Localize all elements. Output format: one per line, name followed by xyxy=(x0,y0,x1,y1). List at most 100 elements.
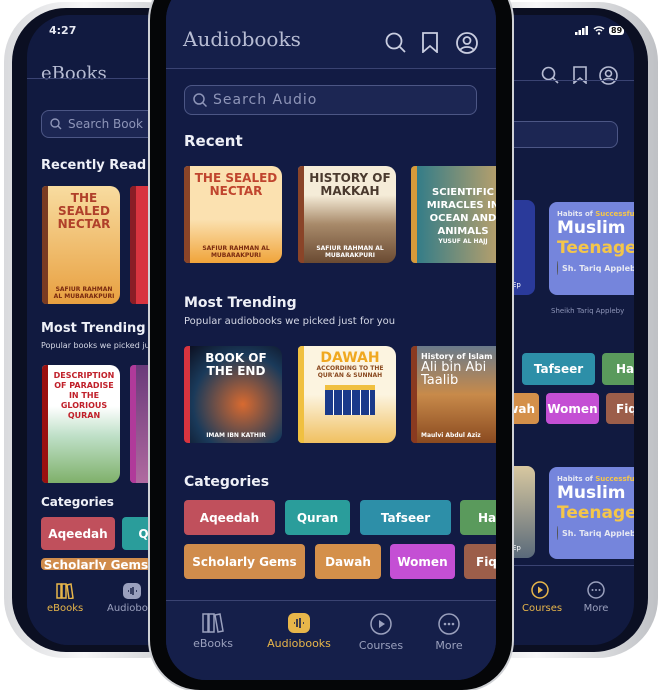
course-thumbnail[interactable]: Ep xyxy=(510,200,535,295)
course-card[interactable]: Habits of Successful Muslim Teenagers Sh… xyxy=(549,202,634,295)
more-icon xyxy=(587,581,605,599)
book-cover[interactable]: SCIENTIFIC MIRACLES IN OCEAN AND ANIMALS… xyxy=(411,166,496,263)
play-circle-icon xyxy=(531,581,549,599)
episode-label: Ep xyxy=(512,544,521,552)
category-chip[interactable]: Aqeedah xyxy=(184,500,275,535)
avatar xyxy=(557,526,558,540)
course-author: Sh. Tariq Appleby xyxy=(561,528,634,538)
wifi-icon xyxy=(593,26,605,35)
section-subtitle: Popular audiobooks we picked just for yo… xyxy=(184,316,396,327)
book-title: DAWAH xyxy=(320,350,380,366)
book-title: DESCRIPTION OF PARADISE IN THE GLORIOUS … xyxy=(53,371,115,420)
course-title: Muslim xyxy=(557,483,626,503)
course-title-accent: Teenagers xyxy=(557,503,634,523)
nav-courses[interactable]: Courses xyxy=(522,581,562,614)
status-bar: 89 xyxy=(575,26,625,35)
section-title: Most Trending xyxy=(41,321,146,336)
category-chip[interactable]: Women xyxy=(546,393,599,424)
audio-icon xyxy=(288,613,310,633)
course-author-caption: Sheikh Tariq Appleby xyxy=(551,307,625,315)
profile-icon[interactable] xyxy=(599,66,618,85)
books-icon xyxy=(202,613,224,633)
book-author: YUSUF AL HAJJ xyxy=(438,238,488,245)
book-title: THE SEALED NECTAR xyxy=(194,171,278,198)
book-author: IMAM IBN KATHIR xyxy=(206,432,266,439)
book-cover[interactable]: DESCRIPTION OF PARADISE IN THE GLORIOUS … xyxy=(42,365,120,483)
nav-label: Courses xyxy=(358,639,404,652)
audio-icon xyxy=(123,583,141,599)
course-overline-accent: Successful xyxy=(595,210,634,218)
profile-icon[interactable] xyxy=(456,32,478,54)
center-phone-screen: Audiobooks Search Audio Recent THE SEALE… xyxy=(166,0,496,680)
course-overline-accent: Successful xyxy=(595,475,634,483)
book-title: SCIENTIFIC MIRACLES IN OCEAN AND ANIMALS xyxy=(426,187,496,237)
nav-label: Courses xyxy=(522,603,563,614)
section-title: Most Trending xyxy=(184,295,297,311)
book-cover[interactable]: THE SEALED NECTAR SAFIUR RAHMAN AL MUBAR… xyxy=(184,166,282,263)
bookmark-icon[interactable] xyxy=(422,32,438,53)
category-chip[interactable]: Hadith xyxy=(602,353,634,385)
book-cover[interactable]: HISTORY OF MAKKAH SAFIUR RAHMAN AL MUBAR… xyxy=(298,166,396,263)
course-thumbnail[interactable]: Ep xyxy=(510,466,535,558)
signal-icon xyxy=(575,26,588,35)
divider xyxy=(166,68,496,69)
nav-audiobooks[interactable]: Audiobooks xyxy=(264,613,334,650)
category-chip[interactable]: Tafseer xyxy=(522,353,595,385)
bookmark-icon[interactable] xyxy=(573,66,587,84)
play-circle-icon xyxy=(370,613,392,635)
book-subtitle: ACCORDING TO THE QUR'AN & SUNNAH xyxy=(316,365,384,379)
more-icon xyxy=(438,613,460,635)
search-icon[interactable] xyxy=(385,32,406,53)
section-title: Recent xyxy=(184,132,243,150)
course-title: Muslim xyxy=(557,218,626,238)
book-title: HISTORY OF MAKKAH xyxy=(309,171,391,198)
category-chip[interactable]: Aqeedah xyxy=(41,517,115,550)
nav-ebooks[interactable]: eBooks xyxy=(188,613,238,650)
book-author: SAFIUR RAHMAN AL MUBARAKPURI xyxy=(316,245,384,259)
book-title: BOOK OF THE END xyxy=(205,351,267,378)
book-author: Maulvi Abdul Aziz xyxy=(421,432,481,439)
book-title: THE SEALED NECTAR xyxy=(57,191,111,231)
course-card[interactable]: Habits of Successful Muslim Teenagers Sh… xyxy=(549,467,634,559)
category-chip[interactable]: Dawah xyxy=(315,544,381,579)
book-author: SAFIUR RAHMAN AL MUBARAKPURI xyxy=(53,286,115,300)
category-chip[interactable]: Women xyxy=(390,544,455,579)
book-cover[interactable]: THE SEALED NECTAR SAFIUR RAHMAN AL MUBAR… xyxy=(42,186,120,304)
kaaba-illustration xyxy=(325,385,375,415)
search-icon xyxy=(50,118,62,130)
battery-indicator: 89 xyxy=(609,26,625,35)
section-title: Categories xyxy=(184,474,270,490)
course-author: Sh. Tariq Appleby xyxy=(561,263,634,273)
search-icon[interactable] xyxy=(541,66,559,84)
nav-more[interactable]: More xyxy=(578,581,614,614)
category-chip[interactable]: Scholarly Gems xyxy=(184,544,305,579)
category-chip[interactable]: Hadith xyxy=(460,500,496,535)
page-title: Audiobooks xyxy=(183,27,301,51)
category-chip[interactable]: Tafseer xyxy=(360,500,451,535)
category-chip[interactable]: Scholarly Gems xyxy=(41,558,151,570)
status-time: 4:27 xyxy=(49,24,77,37)
nav-label: More xyxy=(435,639,463,652)
category-chip[interactable]: Quran xyxy=(285,500,350,535)
nav-ebooks[interactable]: eBooks xyxy=(47,583,83,614)
nav-label: eBooks xyxy=(193,637,233,650)
avatar xyxy=(557,261,558,275)
nav-label: eBooks xyxy=(47,603,84,614)
category-chip[interactable]: Fiqh xyxy=(464,544,496,579)
nav-more[interactable]: More xyxy=(424,613,474,652)
course-title-accent: Teenagers xyxy=(557,238,634,258)
category-chip[interactable]: Fiqh xyxy=(606,393,634,424)
course-overline: Habits of xyxy=(557,475,596,483)
book-title: Ali bin Abi Taalib xyxy=(421,360,487,388)
section-title: Categories xyxy=(41,495,114,509)
nav-courses[interactable]: Courses xyxy=(356,613,406,652)
search-input[interactable]: Search Audio xyxy=(184,85,477,115)
book-cover[interactable]: History of Islam Ali bin Abi Taalib Maul… xyxy=(411,346,496,443)
books-icon xyxy=(56,583,74,599)
book-author: SAFIUR RAHMAN AL MUBARAKPURI xyxy=(202,245,270,259)
book-cover[interactable]: DAWAH ACCORDING TO THE QUR'AN & SUNNAH xyxy=(298,346,396,443)
book-cover[interactable]: BOOK OF THE END IMAM IBN KATHIR xyxy=(184,346,282,443)
search-placeholder: Search Book xyxy=(68,117,143,131)
course-overline: Habits of xyxy=(557,210,596,218)
search-placeholder: Search Audio xyxy=(213,92,318,108)
